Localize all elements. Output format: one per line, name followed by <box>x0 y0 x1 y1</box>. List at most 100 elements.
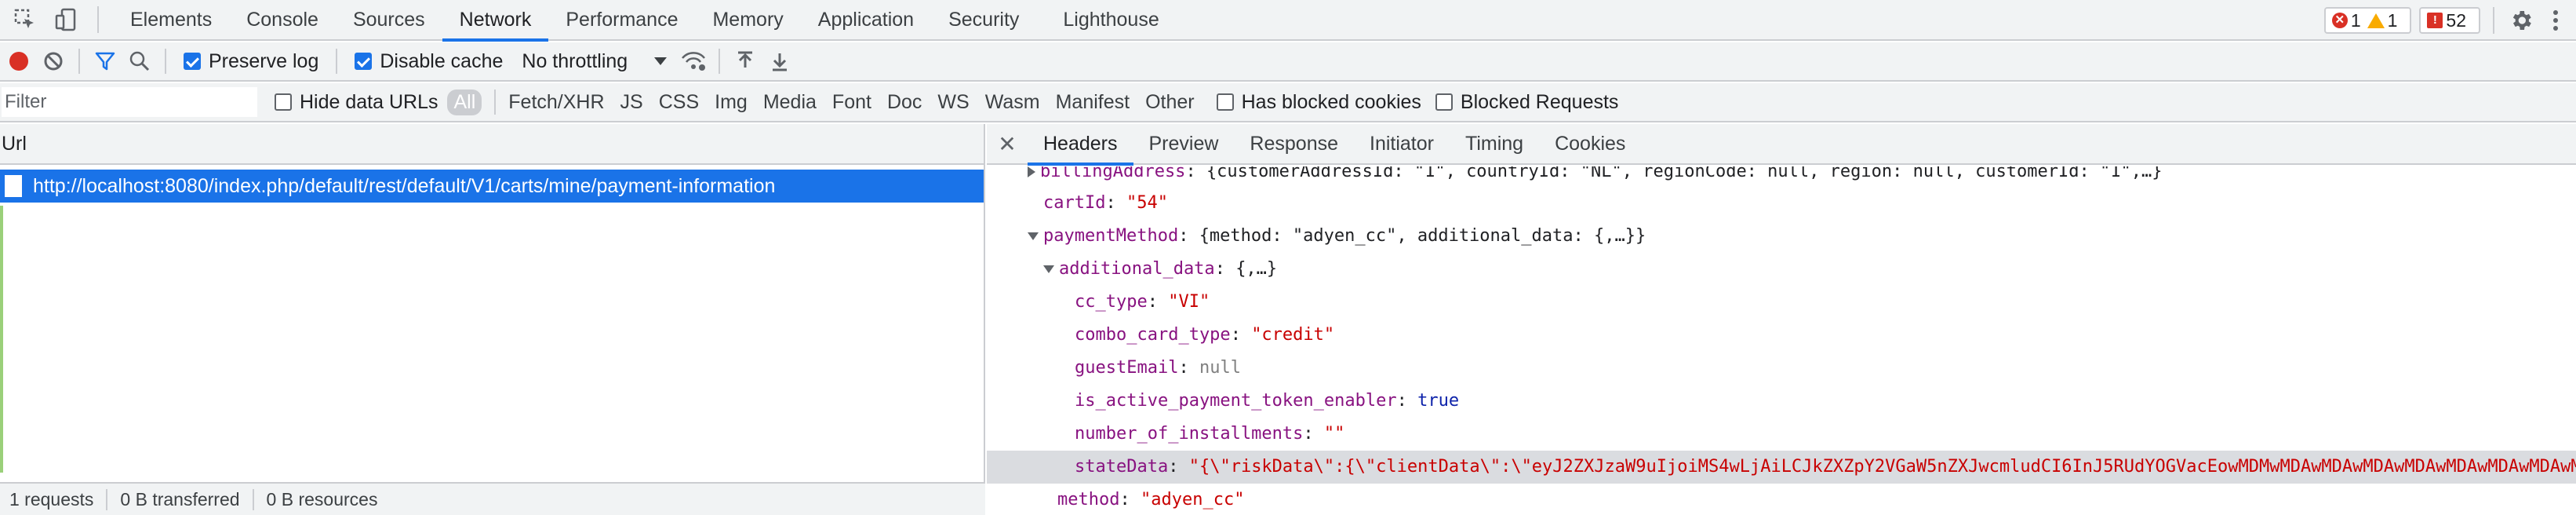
tab-label: Lighthouse <box>1063 8 1159 31</box>
close-icon[interactable]: ✕ <box>987 131 1028 157</box>
requests-count: 1 requests <box>9 488 108 510</box>
payload-key: cc_type <box>1075 292 1148 312</box>
filter-bar: Hide data URLs All Fetch/XHR JS CSS Img … <box>0 83 2576 122</box>
url-column-label: Url <box>2 132 27 155</box>
tab-preview[interactable]: Preview <box>1133 124 1235 164</box>
record-button[interactable] <box>2 44 36 79</box>
payload-row-cc-type[interactable]: cc_type: "VI" <box>987 286 2576 319</box>
payload-value: true <box>1417 391 1460 411</box>
collapse-arrow-icon[interactable] <box>1043 265 1054 273</box>
payload-row-cartid[interactable]: cartId: "54" <box>987 187 2576 220</box>
tab-bar-right: ✕ 1 1 ! 52 <box>2323 0 2576 41</box>
checkbox-unchecked[interactable] <box>1216 93 1234 111</box>
payload-row-combo-card-type[interactable]: combo_card_type: "credit" <box>987 319 2576 352</box>
filter-type-img[interactable]: Img <box>715 91 748 114</box>
error-icon: ✕ <box>2331 13 2348 28</box>
filter-type-wasm[interactable]: Wasm <box>985 91 1040 114</box>
network-conditions-icon[interactable] <box>676 44 711 79</box>
payload-row-additional-data[interactable]: additional_data: {,…} <box>987 253 2576 286</box>
tab-headers[interactable]: Headers <box>1028 124 1133 166</box>
tab-label: Initiator <box>1370 132 1434 155</box>
tab-label: Security <box>948 8 1020 31</box>
preserve-log-checkbox[interactable]: Preserve log <box>184 50 318 73</box>
payload-row-installments[interactable]: number_of_installments: "" <box>987 418 2576 451</box>
payload-key: is_active_payment_token_enabler <box>1075 391 1397 411</box>
console-counters[interactable]: ✕ 1 1 <box>2323 7 2412 34</box>
checkbox-unchecked[interactable] <box>1435 93 1453 111</box>
checkbox-checked[interactable] <box>184 53 201 70</box>
more-options-icon[interactable] <box>2540 5 2571 36</box>
payload-value: {,…} <box>1235 259 1278 279</box>
tab-label: Memory <box>712 8 784 31</box>
inspect-element-icon[interactable] <box>9 4 41 35</box>
collapse-arrow-icon[interactable] <box>1028 232 1039 240</box>
payload-row-payment-method[interactable]: paymentMethod: {method: "adyen_cc", addi… <box>987 220 2576 253</box>
filter-type-fetch-xhr[interactable]: Fetch/XHR <box>508 91 604 114</box>
resources-size: 0 B resources <box>266 488 378 510</box>
clear-icon[interactable] <box>36 44 71 79</box>
issues-counter[interactable]: ! 52 <box>2419 7 2480 34</box>
tab-memory[interactable]: Memory <box>695 0 800 40</box>
tab-network[interactable]: Network <box>442 0 549 42</box>
blocked-requests-label: Blocked Requests <box>1460 90 1619 113</box>
tab-sources[interactable]: Sources <box>336 0 442 40</box>
filter-type-js[interactable]: JS <box>620 91 643 114</box>
filter-type-manifest[interactable]: Manifest <box>1056 91 1130 114</box>
filter-icon[interactable] <box>88 44 122 79</box>
payload-row-billing[interactable]: billingAddress: {customerAddressId: "1",… <box>987 166 2576 187</box>
filter-input[interactable] <box>2 87 257 117</box>
request-payload-tree: billingAddress: {customerAddressId: "1",… <box>987 166 2576 515</box>
payload-row-method[interactable]: method: "adyen_cc" <box>987 484 2576 515</box>
hide-data-urls-label: Hide data URLs <box>300 90 438 113</box>
tab-lighthouse[interactable]: Lighthouse <box>1046 0 1176 40</box>
transferred-size: 0 B transferred <box>120 488 254 510</box>
disable-cache-checkbox[interactable]: Disable cache <box>355 50 503 73</box>
request-details-pane: ✕ Headers Preview Response Initiator Tim… <box>987 124 2576 515</box>
toolbar-divider <box>719 49 721 74</box>
tab-cookies[interactable]: Cookies <box>1539 124 1641 164</box>
search-icon[interactable] <box>122 44 157 79</box>
tab-console[interactable]: Console <box>229 0 336 40</box>
has-blocked-cookies-checkbox[interactable]: Has blocked cookies <box>1216 91 1421 114</box>
tab-performance[interactable]: Performance <box>548 0 695 40</box>
checkbox-checked[interactable] <box>355 53 373 70</box>
gear-icon[interactable] <box>2505 5 2537 36</box>
hide-data-urls-checkbox[interactable]: Hide data URLs <box>275 91 438 114</box>
filter-type-css[interactable]: CSS <box>659 91 699 114</box>
tab-security[interactable]: Security <box>931 0 1036 40</box>
tab-application[interactable]: Application <box>801 0 931 40</box>
expand-arrow-icon[interactable] <box>1028 166 1035 177</box>
waterfall-indicator <box>0 206 3 473</box>
filter-type-ws[interactable]: WS <box>937 91 969 114</box>
payload-value: {method: "adyen_cc", additional_data: {,… <box>1199 226 1646 246</box>
throttling-value: No throttling <box>522 49 628 72</box>
device-toolbar-icon[interactable] <box>50 4 82 35</box>
tab-timing[interactable]: Timing <box>1450 124 1539 164</box>
preserve-log-label: Preserve log <box>209 49 319 72</box>
export-har-icon[interactable] <box>762 44 797 79</box>
payload-row-state-data[interactable]: stateData: "{\"riskData\":{\"clientData\… <box>987 451 2576 484</box>
import-har-icon[interactable] <box>728 44 762 79</box>
payload-key: cartId <box>1043 193 1106 213</box>
table-row[interactable]: http://localhost:8080/index.php/default/… <box>0 170 984 203</box>
filter-type-font[interactable]: Font <box>832 91 871 114</box>
filter-type-media[interactable]: Media <box>763 91 817 114</box>
checkbox-unchecked[interactable] <box>275 93 292 111</box>
tab-elements[interactable]: Elements <box>113 0 229 40</box>
tab-label: Cookies <box>1555 132 1626 155</box>
tab-response[interactable]: Response <box>1234 124 1354 164</box>
payload-row-guest-email[interactable]: guestEmail: null <box>987 352 2576 385</box>
tab-label: Headers <box>1043 132 1118 155</box>
filter-type-other[interactable]: Other <box>1145 91 1195 114</box>
filter-type-all[interactable]: All <box>447 89 482 115</box>
filter-type-doc[interactable]: Doc <box>887 91 922 114</box>
tab-initiator[interactable]: Initiator <box>1354 124 1450 164</box>
throttling-select[interactable]: No throttling <box>522 49 668 73</box>
blocked-requests-checkbox[interactable]: Blocked Requests <box>1435 90 1619 114</box>
payload-key: stateData <box>1075 457 1169 477</box>
url-column-header[interactable]: Url <box>0 124 984 165</box>
payload-value: {customerAddressId: "1", countryId: "NL"… <box>1206 166 2163 181</box>
payload-key: billingAddress <box>1040 166 1186 181</box>
network-toolbar: Preserve log Disable cache No throttling <box>0 42 2576 82</box>
payload-row-token-enabler[interactable]: is_active_payment_token_enabler: true <box>987 385 2576 418</box>
